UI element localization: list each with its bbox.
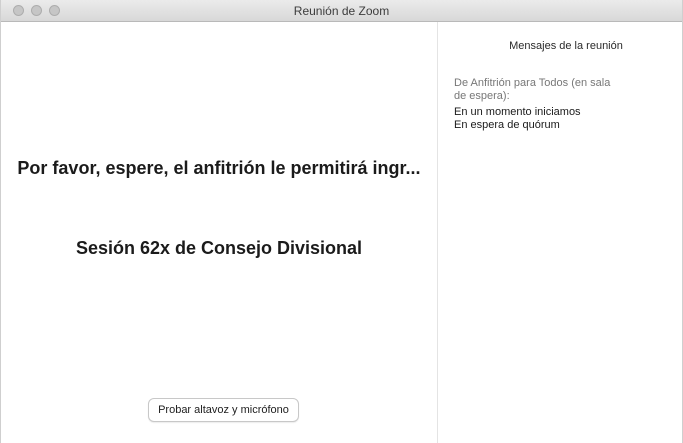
chat-sender: De Anfitrión para Todos (en sala de espe… — [454, 77, 611, 102]
waiting-room-area: Por favor, espere, el anfitrión le permi… — [1, 22, 438, 443]
chat-message-list: En un momento iniciamos En espera de quó… — [454, 106, 664, 132]
test-speaker-microphone-button[interactable]: Probar altavoz y micrófono — [148, 398, 299, 422]
meeting-messages-panel: Mensajes de la reunión De Anfitrión para… — [438, 22, 682, 443]
window-title: Reunión de Zoom — [293, 4, 390, 18]
zoom-window: Reunión de Zoom Por favor, espere, el an… — [0, 0, 683, 443]
chat-message: En espera de quórum — [454, 119, 560, 131]
chat-message: En un momento iniciamos — [454, 106, 581, 118]
meeting-topic: Sesión 62x de Consejo Divisional — [75, 238, 363, 258]
waiting-message: Por favor, espere, el anfitrión le permi… — [17, 158, 421, 178]
title-bar[interactable]: Reunión de Zoom — [1, 0, 682, 22]
chat-header: Mensajes de la reunión — [509, 40, 623, 52]
